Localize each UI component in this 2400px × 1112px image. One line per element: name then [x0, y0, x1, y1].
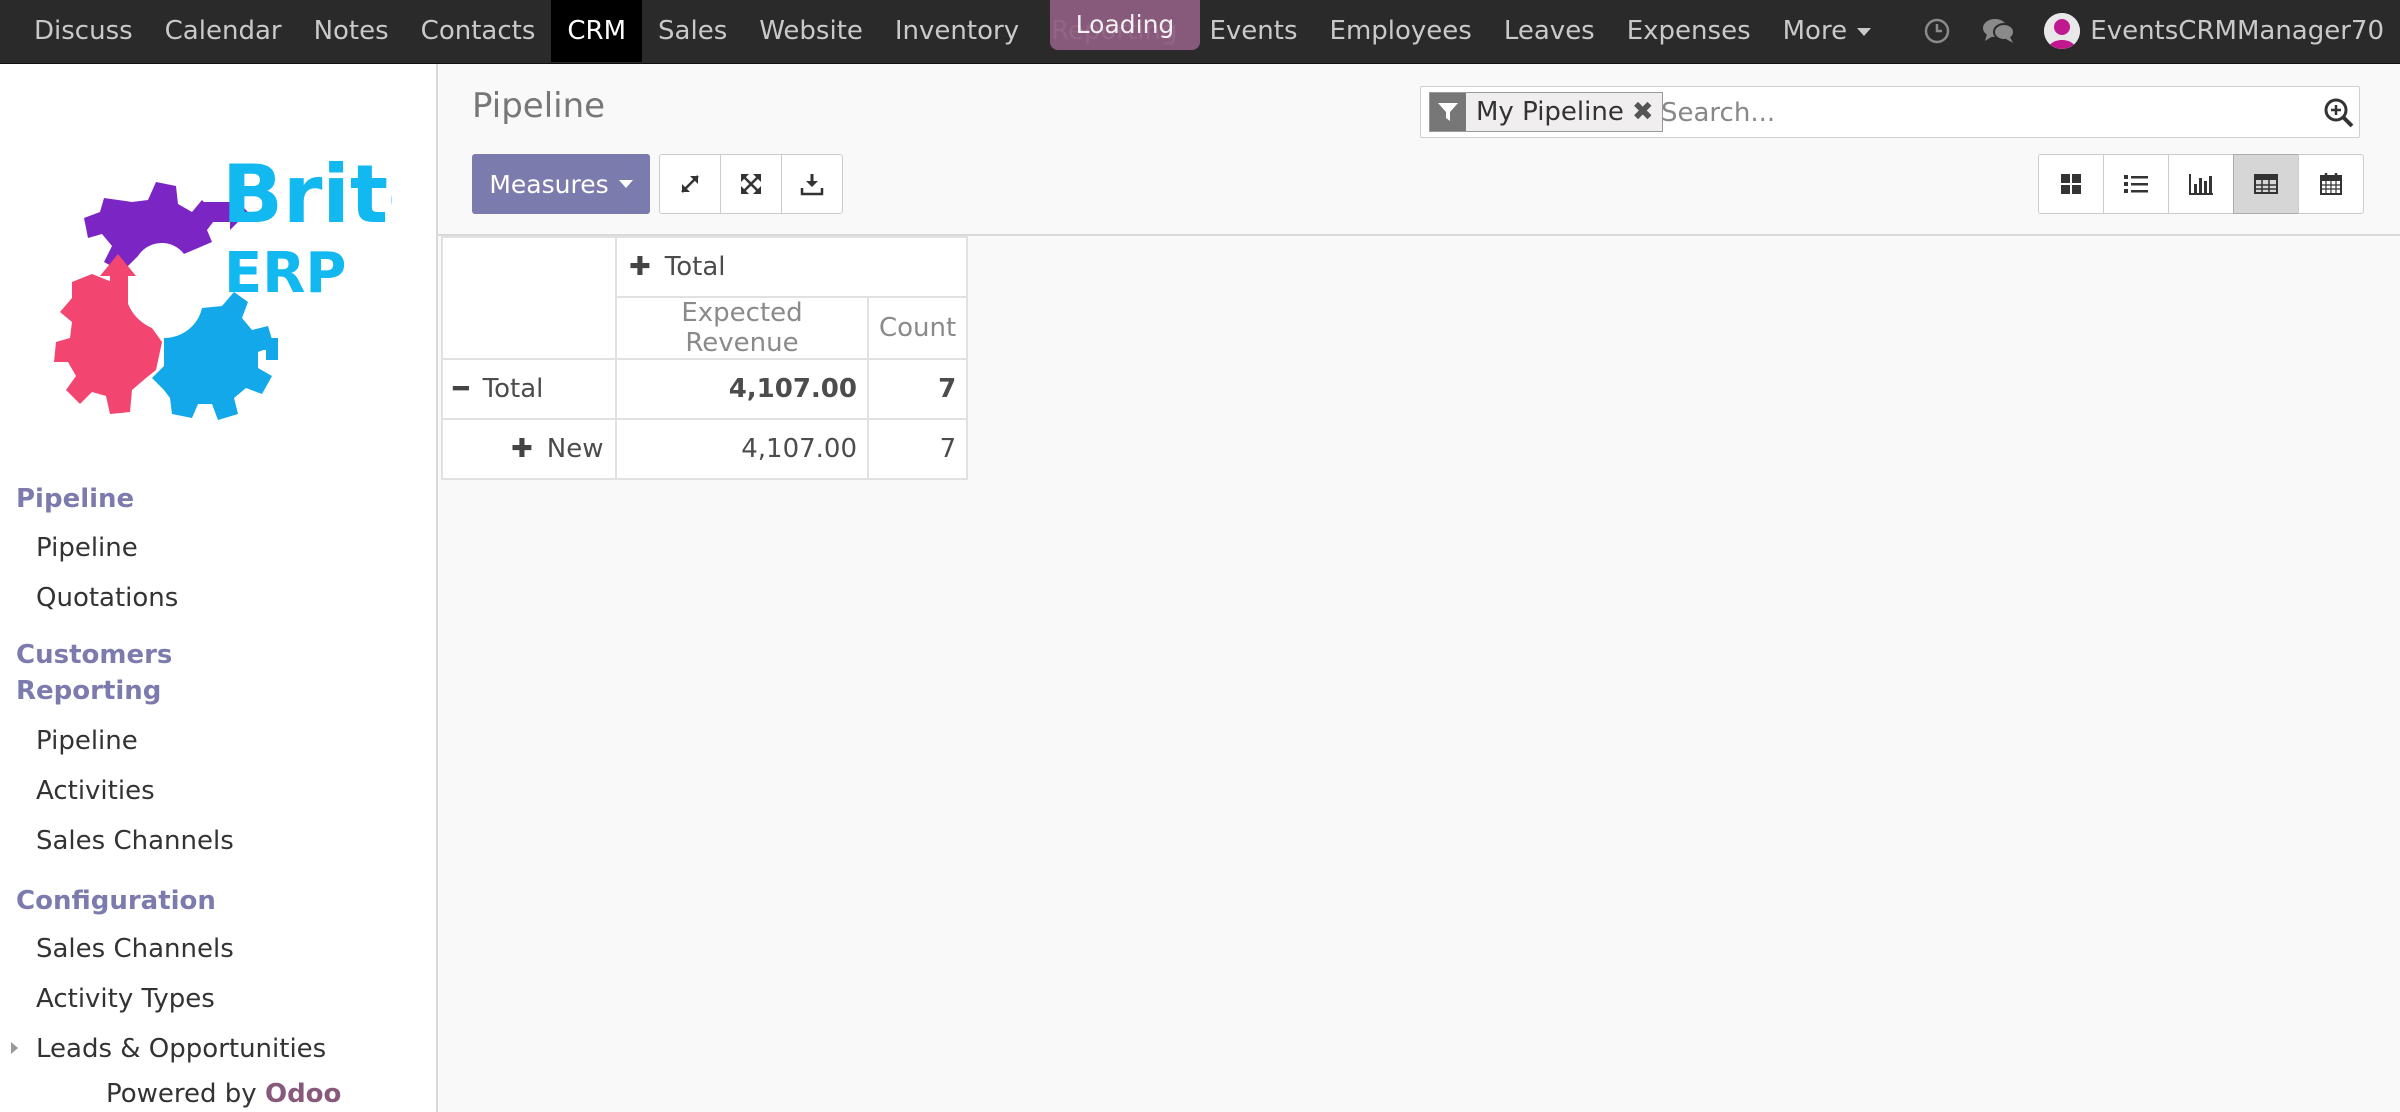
powered-by: Powered by Odoo: [106, 1079, 341, 1109]
list-view-button[interactable]: [2103, 154, 2169, 214]
powered-prefix: Powered by: [106, 1079, 265, 1109]
menu-expenses[interactable]: Expenses: [1611, 0, 1767, 62]
cell-count[interactable]: 7: [866, 358, 969, 420]
sidebar-item-pipeline[interactable]: Pipeline: [36, 533, 138, 563]
plus-icon: ✚: [629, 252, 651, 282]
section-pipeline[interactable]: Pipeline: [16, 484, 134, 514]
app-menu: Discuss Calendar Notes Contacts CRM Sale…: [18, 0, 1887, 62]
pivot-actions: [659, 154, 843, 214]
expand-all-button[interactable]: [720, 154, 782, 214]
flip-axis-icon: [681, 175, 699, 193]
minus-icon: ━: [453, 374, 469, 404]
view-switcher: [2038, 154, 2364, 214]
top-navbar: Discuss Calendar Notes Contacts CRM Sale…: [0, 0, 2400, 64]
logo-word2: ERP: [224, 241, 346, 306]
pivot-row-header-total[interactable]: ━ Total: [441, 358, 617, 420]
chevron-down-icon: [618, 180, 633, 188]
sidebar-item-activity-types[interactable]: Activity Types: [36, 984, 215, 1014]
facet-label: My Pipeline: [1476, 97, 1624, 127]
menu-employees[interactable]: Employees: [1314, 0, 1488, 62]
sidebar-item-quotations[interactable]: Quotations: [36, 583, 178, 613]
brite-erp-logo: Brite ERP: [52, 142, 442, 472]
measure-header-expected-revenue[interactable]: Expected Revenue: [615, 296, 869, 360]
list-icon: [2124, 175, 2148, 193]
measure-header-count[interactable]: Count: [866, 296, 969, 360]
more-label: More: [1782, 16, 1848, 46]
pivot-table: ✚ Total Expected Revenue Count ━ Total 4,1…: [441, 236, 969, 480]
section-reporting[interactable]: Reporting: [16, 676, 161, 706]
chevron-down-icon: [1857, 27, 1872, 36]
section-configuration[interactable]: Configuration: [16, 886, 216, 916]
pivot-icon: [2254, 174, 2278, 194]
search-icon[interactable]: [2323, 97, 2355, 129]
menu-notes[interactable]: Notes: [298, 0, 405, 62]
sidebar: Brite ERP Pipeline Pipeline Quotations C…: [0, 64, 442, 1112]
menu-events[interactable]: Events: [1193, 0, 1313, 62]
cell-expected-revenue[interactable]: 4,107.00: [615, 418, 869, 480]
sidebar-item-reporting-pipeline[interactable]: Pipeline: [36, 726, 138, 756]
filter-icon: [1430, 93, 1466, 131]
pivot-row-header-new[interactable]: ✚ New: [441, 418, 617, 480]
download-icon: [800, 174, 824, 196]
user-menu[interactable]: EventsCRMManager70: [2044, 13, 2384, 49]
flip-axis-button[interactable]: [659, 154, 721, 214]
table-row: ✚ New 4,107.00 7: [441, 418, 969, 480]
menu-discuss[interactable]: Discuss: [18, 0, 149, 62]
download-button[interactable]: [781, 154, 843, 214]
section-customers[interactable]: Customers: [16, 640, 172, 670]
menu-calendar[interactable]: Calendar: [149, 0, 298, 62]
menu-inventory[interactable]: Inventory: [879, 0, 1035, 62]
menu-crm[interactable]: CRM: [551, 0, 643, 62]
menu-leaves[interactable]: Leaves: [1488, 0, 1611, 62]
control-panel: Pipeline My Pipeline ✖ Measures: [438, 64, 2400, 236]
expand-icon: [741, 174, 761, 194]
menu-contacts[interactable]: Contacts: [405, 0, 552, 62]
kanban-icon: [2061, 174, 2081, 194]
logo-word1: Brite: [222, 148, 392, 241]
table-row: ━ Total 4,107.00 7: [441, 358, 969, 420]
user-name: EventsCRMManager70: [2090, 16, 2384, 46]
col-header-label: Total: [664, 252, 726, 282]
caret-right-icon[interactable]: [11, 1042, 18, 1054]
menu-more[interactable]: More: [1767, 0, 1887, 62]
cell-count[interactable]: 7: [866, 418, 969, 480]
sidebar-item-sales-channels[interactable]: Sales Channels: [36, 826, 234, 856]
search-box: My Pipeline ✖: [1420, 86, 2360, 138]
graph-view-button[interactable]: [2168, 154, 2234, 214]
pivot-col-header-total[interactable]: ✚ Total: [614, 236, 969, 298]
measures-dropdown[interactable]: Measures: [472, 154, 650, 214]
pivot-view-button[interactable]: [2233, 154, 2299, 214]
search-input[interactable]: [1659, 93, 2303, 133]
sidebar-item-activities[interactable]: Activities: [36, 776, 155, 806]
graph-icon: [2189, 174, 2213, 195]
cell-expected-revenue[interactable]: 4,107.00: [615, 358, 869, 420]
sidebar-item-leads-opportunities[interactable]: Leads & Opportunities: [36, 1034, 326, 1064]
calendar-icon: [2320, 173, 2342, 195]
calendar-view-button[interactable]: [2298, 154, 2364, 214]
row-label: New: [546, 434, 604, 464]
chat-icon[interactable]: [1982, 14, 2016, 48]
clock-icon[interactable]: [1920, 14, 1954, 48]
avatar: [2044, 13, 2081, 49]
pivot-corner: [441, 236, 617, 360]
loading-indicator: Loading: [1050, 0, 1200, 50]
plus-icon: ✚: [511, 434, 533, 464]
measures-label: Measures: [489, 169, 609, 199]
row-label: Total: [482, 374, 544, 404]
page-title: Pipeline: [472, 86, 606, 126]
menu-sales[interactable]: Sales: [642, 0, 743, 62]
odoo-link[interactable]: Odoo: [265, 1079, 341, 1109]
facet-remove-button[interactable]: ✖: [1632, 97, 1662, 127]
kanban-view-button[interactable]: [2038, 154, 2104, 214]
systray: EventsCRMManager70: [1920, 0, 2384, 62]
sidebar-item-config-sales-channels[interactable]: Sales Channels: [36, 934, 234, 964]
menu-website[interactable]: Website: [743, 0, 879, 62]
search-facet: My Pipeline ✖: [1429, 92, 1663, 132]
